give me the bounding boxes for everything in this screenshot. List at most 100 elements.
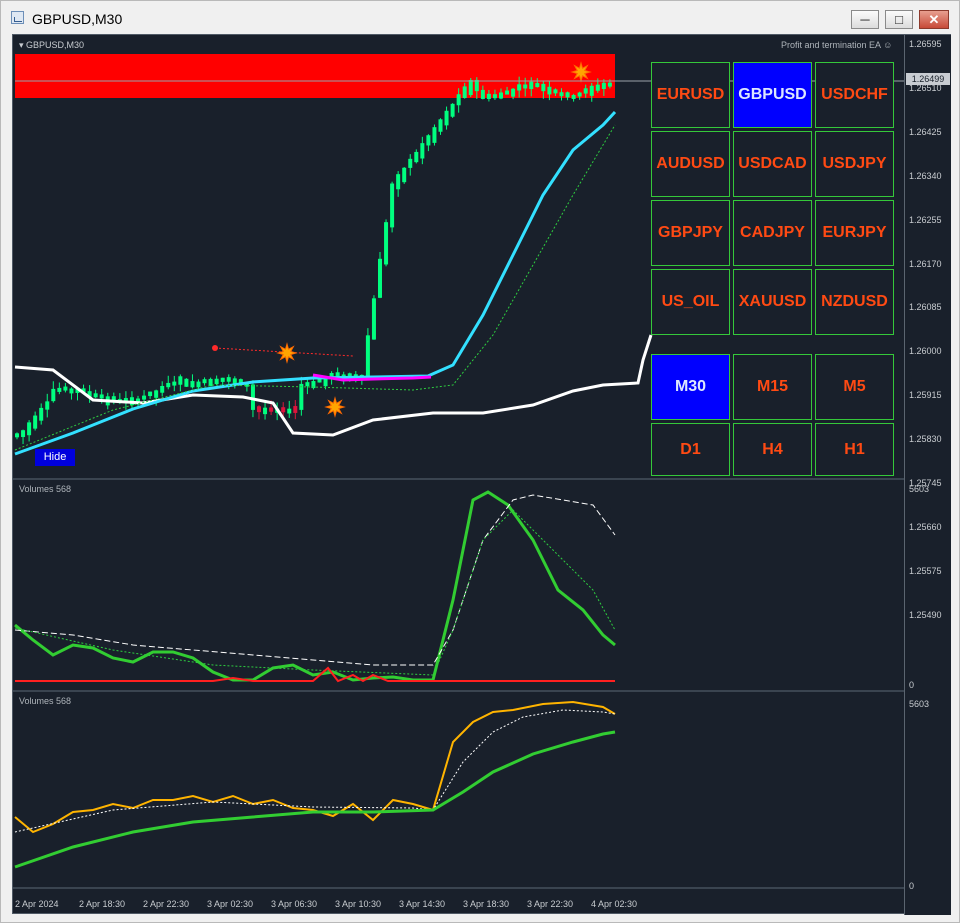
candle-body [93,393,98,398]
volumes-1-min: 0 [909,680,915,690]
price-pane[interactable]: ▾ GBPUSD,M30 Profit and termination EA ☺… [13,35,904,478]
minimize-button[interactable]: ─ [851,10,879,29]
timeframe-button-m15[interactable]: M15 [733,354,812,420]
candle-body [263,407,268,415]
candle-body [426,135,431,146]
signal-star-icon [570,61,592,83]
candle-body [335,372,340,377]
candle-body [57,387,62,392]
timeframe-button-h1[interactable]: H1 [815,423,894,476]
chart-area[interactable]: ▾ GBPUSD,M30 Profit and termination EA ☺… [12,34,951,915]
candle-body [142,395,147,400]
symbol-button-cadjpy[interactable]: CADJPY [733,200,812,266]
candle-body [99,394,104,399]
candle-body [432,127,437,143]
volume-signal-line [14,509,616,676]
time-tick: 3 Apr 10:30 [335,899,382,909]
current-price-label: 1.26499 [906,73,950,85]
candle-body [589,85,594,96]
symbol-button-usdcad[interactable]: USDCAD [733,131,812,197]
symbol-button-usdjpy[interactable]: USDJPY [815,131,894,197]
candle-body [486,93,491,100]
symbol-button-xauusd[interactable]: XAUUSD [733,269,812,335]
signal-star-icon [276,342,298,364]
time-tick: 3 Apr 06:30 [271,899,318,909]
timeframe-button-m30[interactable]: M30 [651,354,730,420]
symbol-button-gbpusd[interactable]: GBPUSD [733,62,812,128]
volumes-pane-2[interactable]: Volumes 568 [13,692,904,887]
price-tick: 1.25830 [909,434,942,445]
candle-body [202,379,207,384]
candle-body [390,183,395,228]
price-tick: 1.26425 [909,126,942,137]
time-tick: 2 Apr 18:30 [79,899,126,909]
time-tick: 3 Apr 14:30 [399,899,446,909]
candle-body [220,377,225,382]
candle-body [63,386,68,391]
symbol-button-us_oil[interactable]: US_OIL [651,269,730,335]
volume-avg-line [14,494,616,666]
candle-body [365,335,370,377]
candle-body [601,82,606,90]
maximize-button[interactable]: □ [885,10,913,29]
candle-body [148,391,153,397]
time-tick: 3 Apr 22:30 [527,899,574,909]
price-tick: 1.26170 [909,258,942,269]
window-title: GBPUSD,M30 [32,11,123,27]
smiley-icon: ☺ [883,40,893,50]
candle-body [547,86,552,95]
candle-body [51,388,56,402]
symbol-button-gbpjpy[interactable]: GBPJPY [651,200,730,266]
candle-body [371,298,376,340]
volume-alt-avg-line [14,709,616,833]
maximize-icon: □ [895,12,903,27]
price-tick: 1.25660 [909,521,942,532]
candle-body [281,407,286,413]
candle-body [257,406,261,413]
candle-body [45,401,50,410]
volumes-1-label: Volumes 568 [19,484,72,494]
candle-body [33,415,38,429]
timeframe-button-h4[interactable]: H4 [733,423,812,476]
title-bar[interactable]: GBPUSD,M30 ─ □ ✕ [1,1,959,35]
chart-header: ▾ GBPUSD,M30 [19,40,85,50]
candle-body [299,383,304,410]
candle-body [474,79,479,92]
candle-body [450,103,455,117]
candle-body [408,158,413,168]
price-tick: 1.26000 [909,346,942,357]
candle-body [190,381,195,388]
symbol-button-nzdusd[interactable]: NZDUSD [815,269,894,335]
timeframe-button-d1[interactable]: D1 [651,423,730,476]
symbol-button-audusd[interactable]: AUDUSD [651,131,730,197]
hide-button[interactable]: Hide [35,449,75,466]
price-tick: 1.26255 [909,214,942,225]
moving-average-line [14,110,617,456]
volumes-2-min: 0 [909,881,915,891]
channel-line [14,334,653,437]
candle-body [492,94,497,99]
price-axis[interactable] [904,35,951,915]
candle-body [565,92,570,98]
candle-body [196,381,201,388]
candle-body [214,378,219,385]
candle-body [462,86,467,99]
volumes-pane-1[interactable]: Volumes 568 [13,480,904,690]
symbol-button-eurjpy[interactable]: EURJPY [815,200,894,266]
candle-body [160,385,165,393]
volumes-2-label: Volumes 568 [19,696,72,706]
close-icon: ✕ [928,12,940,27]
close-button[interactable]: ✕ [919,10,949,29]
timeframe-button-m5[interactable]: M5 [815,354,894,420]
symbol-button-eurusd[interactable]: EURUSD [651,62,730,128]
candle-body [172,381,177,386]
candle-body [384,222,389,265]
symbol-button-usdchf[interactable]: USDCHF [815,62,894,128]
candle-body [293,406,298,413]
candle-body [577,92,582,97]
price-tick: 1.25575 [909,565,942,576]
time-tick: 3 Apr 18:30 [463,899,510,909]
candle-body [480,89,485,99]
volume-line [14,490,616,682]
chart-window-icon [11,11,24,24]
